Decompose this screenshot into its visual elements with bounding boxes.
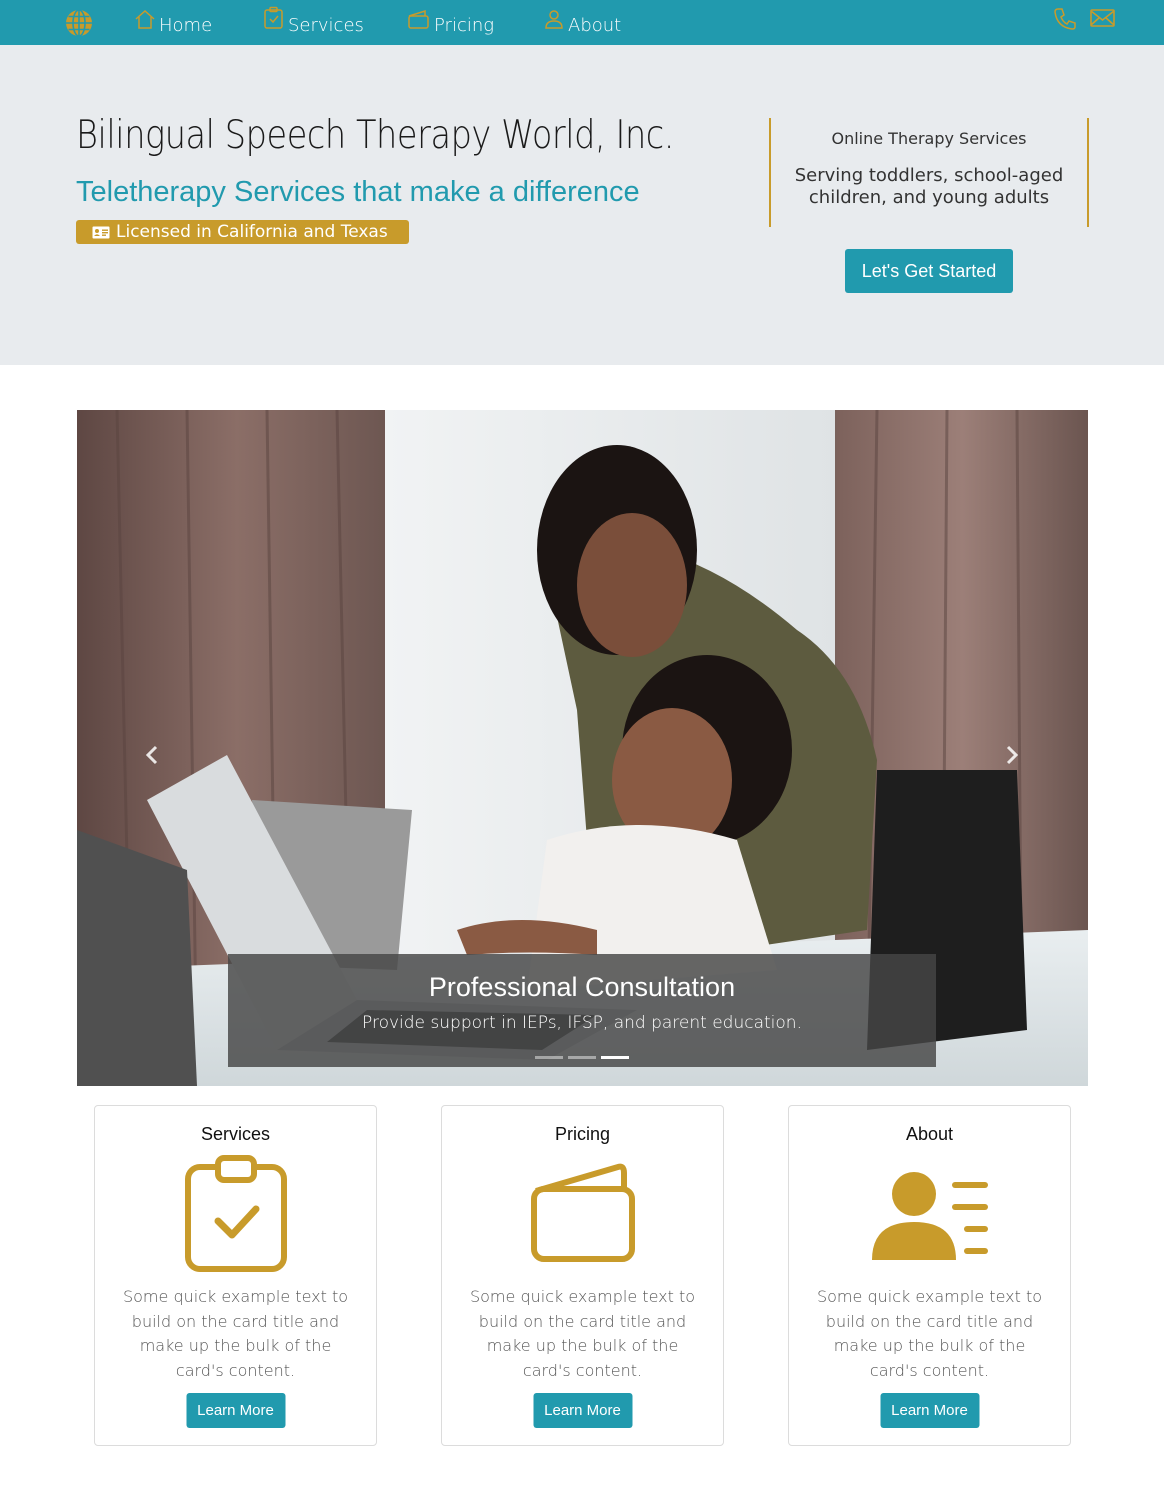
card-about: About Some quick example text to build o… (788, 1105, 1071, 1446)
carousel-caption-title: Professional Consultation (428, 972, 736, 1002)
carousel-indicator-1[interactable] (535, 1056, 563, 1059)
card-services: Services Some quick example text to buil… (94, 1105, 377, 1446)
chevron-left-icon (145, 745, 158, 765)
chevron-right-icon (1006, 745, 1019, 765)
services-summary-title: Online Therapy Services (831, 129, 1027, 148)
services-summary-text: Serving toddlers, school-aged children, … (794, 165, 1064, 208)
carousel-caption-text: Provide support in IEPs, IFSP, and paren… (362, 1013, 802, 1033)
person-icon (545, 10, 563, 29)
mail-icon[interactable] (1090, 8, 1116, 28)
learn-more-pricing-button[interactable]: Learn More (533, 1393, 632, 1428)
nav-services-label: Services (288, 15, 364, 36)
services-summary: Online Therapy Services Serving toddlers… (769, 118, 1089, 227)
clipboard-check-icon (264, 6, 283, 29)
learn-more-about-button[interactable]: Learn More (880, 1393, 979, 1428)
license-badge-label: Licensed in California and Texas (116, 222, 388, 242)
license-badge: Licensed in California and Texas (76, 220, 409, 244)
carousel-next-button[interactable] (997, 740, 1027, 770)
carousel-indicator-2[interactable] (568, 1056, 596, 1059)
card-services-title: Services (200, 1124, 271, 1144)
phone-icon[interactable] (1053, 7, 1077, 31)
home-icon (135, 9, 155, 29)
image-carousel: Professional Consultation Provide suppor… (77, 410, 1088, 1086)
wallet-icon (408, 9, 429, 29)
carousel-prev-button[interactable] (137, 740, 167, 770)
clipboard-check-icon (184, 1155, 287, 1272)
card-pricing-icon-wrap (442, 1149, 723, 1279)
card-pricing-text: Some quick example text to build on the … (469, 1287, 696, 1380)
card-about-text: Some quick example text to build on the … (816, 1287, 1043, 1380)
hero-section: Bilingual Speech Therapy World, Inc. Tel… (0, 45, 1164, 365)
nav-pricing-label: Pricing (434, 15, 495, 36)
globe-icon[interactable] (64, 8, 94, 38)
card-pricing: Pricing Some quick example text to build… (441, 1105, 724, 1446)
nav-pricing[interactable]: Pricing (407, 6, 494, 40)
card-pricing-title: Pricing (554, 1124, 611, 1144)
carousel-indicators (228, 1056, 936, 1059)
top-navbar: Home Services Pricing About (0, 0, 1164, 45)
carousel-caption: Professional Consultation Provide suppor… (228, 954, 936, 1067)
carousel-indicator-3[interactable] (601, 1056, 629, 1059)
nav-home[interactable]: Home (134, 6, 212, 40)
learn-more-services-button[interactable]: Learn More (186, 1393, 285, 1428)
card-services-icon-wrap (95, 1149, 376, 1279)
nav-about-label: About (568, 15, 622, 36)
card-about-title: About (905, 1124, 954, 1144)
card-about-icon-wrap (789, 1149, 1070, 1279)
nav-services[interactable]: Services (263, 6, 364, 40)
wallet-icon (530, 1163, 635, 1262)
nav-home-label: Home (159, 15, 213, 36)
get-started-button[interactable]: Let's Get Started (845, 249, 1013, 293)
id-card-icon (92, 226, 110, 238)
site-title: Bilingual Speech Therapy World, Inc. (76, 113, 675, 158)
card-services-text: Some quick example text to build on the … (122, 1287, 349, 1380)
nav-about[interactable]: About (543, 6, 621, 40)
tagline: Teletherapy Services that make a differe… (76, 176, 640, 208)
person-card-icon (871, 1172, 988, 1260)
